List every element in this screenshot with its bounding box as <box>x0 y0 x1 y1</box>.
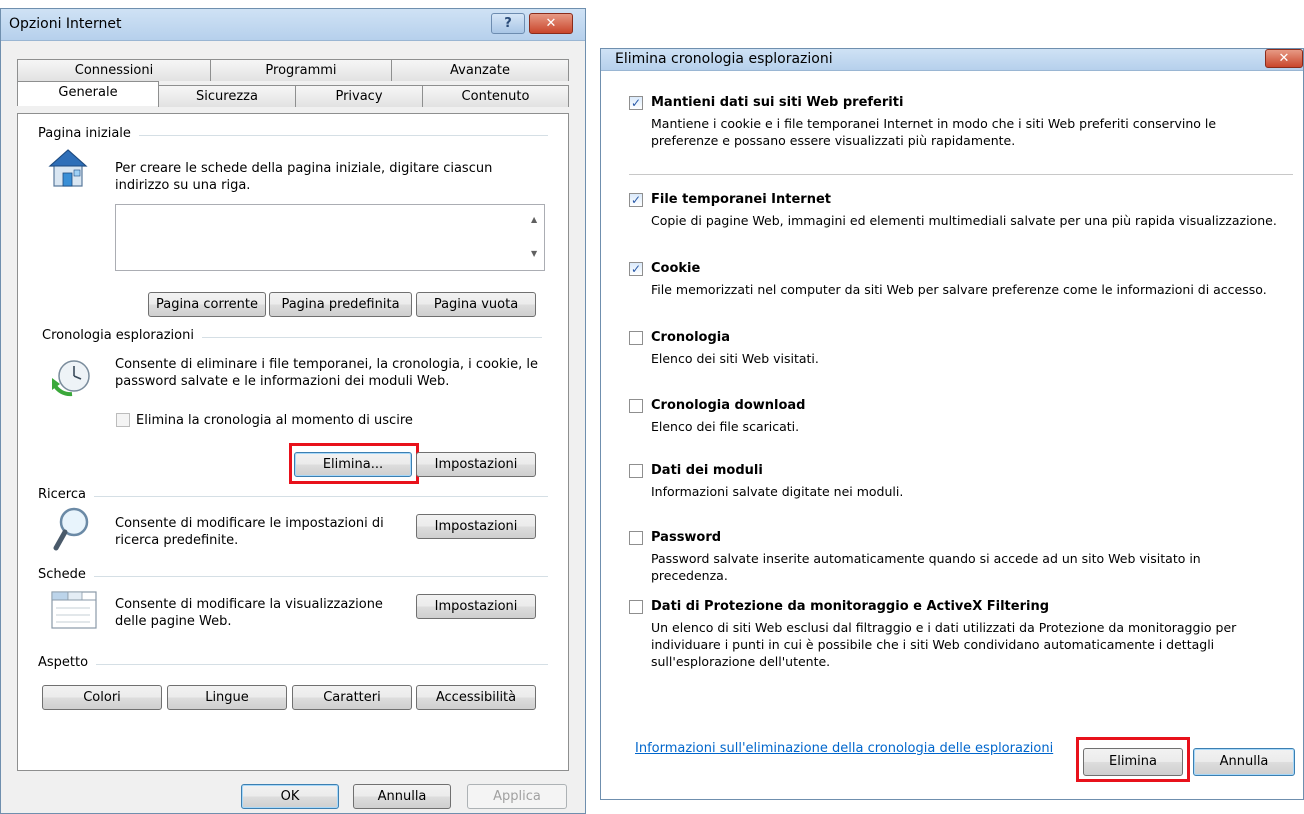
tab-sicurezza[interactable]: Sicurezza <box>158 85 296 107</box>
option-description: Informazioni salvate digitate nei moduli… <box>651 484 904 499</box>
window-title: Opzioni Internet <box>9 16 122 32</box>
option-description: Copie di pagine Web, immagini ed element… <box>651 213 1277 228</box>
option-checkbox[interactable]: ✓ <box>629 96 643 110</box>
option-title: Dati dei moduli <box>651 463 763 478</box>
option-checkbox[interactable] <box>629 399 643 413</box>
window-title: Elimina cronologia esplorazioni <box>615 51 833 67</box>
cancel-button[interactable]: Annulla <box>1193 748 1295 776</box>
house-icon <box>48 148 88 194</box>
option-description: Elenco dei file scaricati. <box>651 419 800 434</box>
tab-programmi[interactable]: Programmi <box>210 59 392 81</box>
search-settings-button[interactable]: Impostazioni <box>416 514 536 539</box>
history-description: Consente di eliminare i file temporanei,… <box>115 357 538 389</box>
highlight-box <box>289 443 419 484</box>
option-checkbox[interactable] <box>629 600 643 614</box>
magnifier-icon <box>52 506 92 558</box>
close-button[interactable]: ✕ <box>529 13 573 34</box>
search-group-label: Ricerca <box>38 487 94 502</box>
divider <box>38 664 548 665</box>
option-checkbox[interactable]: ✓ <box>629 193 643 207</box>
blank-page-button[interactable]: Pagina vuota <box>416 292 536 317</box>
delete-history-window: Elimina cronologia esplorazioni ✕ ✓ Manti… <box>600 48 1304 800</box>
divider <box>629 174 1293 175</box>
apply-button[interactable]: Applica <box>467 784 567 809</box>
textarea-scrollbar[interactable]: ▲ ▼ <box>527 205 544 270</box>
tabs-description: Consente di modificare la visualizzazion… <box>115 597 383 629</box>
default-page-button[interactable]: Pagina predefinita <box>269 292 412 317</box>
history-settings-button[interactable]: Impostazioni <box>416 452 536 477</box>
divider <box>38 576 548 577</box>
current-page-button[interactable]: Pagina corrente <box>148 292 266 317</box>
tabs-group-label: Schede <box>38 567 94 582</box>
appearance-group-label: Aspetto <box>38 655 97 670</box>
option-checkbox[interactable] <box>629 464 643 478</box>
tab-avanzate[interactable]: Avanzate <box>391 59 569 81</box>
option-title: Cronologia download <box>651 398 806 413</box>
tab-contenuto[interactable]: Contenuto <box>422 85 569 107</box>
colors-button[interactable]: Colori <box>42 685 162 710</box>
scroll-down-icon[interactable]: ▼ <box>531 249 537 258</box>
option-title: Password <box>651 530 722 545</box>
history-group-label: Cronologia esplorazioni <box>42 328 202 343</box>
option-checkbox[interactable]: ✓ <box>629 262 643 276</box>
internet-options-window: Opzioni Internet ? ✕ Connessioni Program… <box>0 8 586 814</box>
option-description: Un elenco di siti Web esclusi dal filtra… <box>651 620 1237 669</box>
delete-on-exit-checkbox[interactable] <box>116 413 130 427</box>
divider <box>38 496 548 497</box>
home-page-description: Per creare le schede della pagina inizia… <box>115 161 493 193</box>
home-page-group-label: Pagina iniziale <box>38 126 139 141</box>
option-title: Dati di Protezione da monitoraggio e Act… <box>651 599 1050 614</box>
close-button[interactable]: ✕ <box>1265 49 1303 68</box>
scroll-up-icon[interactable]: ▲ <box>531 215 537 224</box>
option-checkbox[interactable] <box>629 531 643 545</box>
option-description: Mantiene i cookie e i file temporanei In… <box>651 116 1217 148</box>
ok-button[interactable]: OK <box>241 784 339 809</box>
option-description: Elenco dei siti Web visitati. <box>651 351 819 366</box>
home-page-textarea[interactable]: ▲ ▼ <box>115 204 545 271</box>
info-link[interactable]: Informazioni sull'eliminazione della cro… <box>635 741 1053 756</box>
help-button[interactable]: ? <box>491 13 525 34</box>
highlight-box <box>1076 737 1190 782</box>
delete-on-exit-label: Elimina la cronologia al momento di usci… <box>136 413 413 428</box>
languages-button[interactable]: Lingue <box>167 685 287 710</box>
accessibility-button[interactable]: Accessibilità <box>416 685 536 710</box>
title-bar: Opzioni Internet ? ✕ <box>1 9 585 41</box>
fonts-button[interactable]: Caratteri <box>292 685 412 710</box>
option-title: Cronologia <box>651 330 730 345</box>
cancel-button[interactable]: Annulla <box>353 784 451 809</box>
option-title: Cookie <box>651 261 701 276</box>
tab-generale[interactable]: Generale <box>17 81 159 106</box>
search-description: Consente di modificare le impostazioni d… <box>115 516 384 548</box>
tab-privacy[interactable]: Privacy <box>295 85 423 107</box>
option-checkbox[interactable] <box>629 331 643 345</box>
tab-connessioni[interactable]: Connessioni <box>17 59 211 81</box>
history-clock-icon <box>50 356 94 404</box>
tabs-settings-button[interactable]: Impostazioni <box>416 594 536 619</box>
title-bar: Elimina cronologia esplorazioni ✕ <box>601 49 1303 71</box>
general-tab-panel: Pagina iniziale Per creare le schede del… <box>17 113 569 771</box>
tabs-window-icon <box>50 588 98 636</box>
option-description: File memorizzati nel computer da siti We… <box>651 282 1267 297</box>
option-description: Password salvate inserite automaticament… <box>651 551 1201 583</box>
option-title: Mantieni dati sui siti Web preferiti <box>651 95 904 110</box>
option-title: File temporanei Internet <box>651 192 832 207</box>
